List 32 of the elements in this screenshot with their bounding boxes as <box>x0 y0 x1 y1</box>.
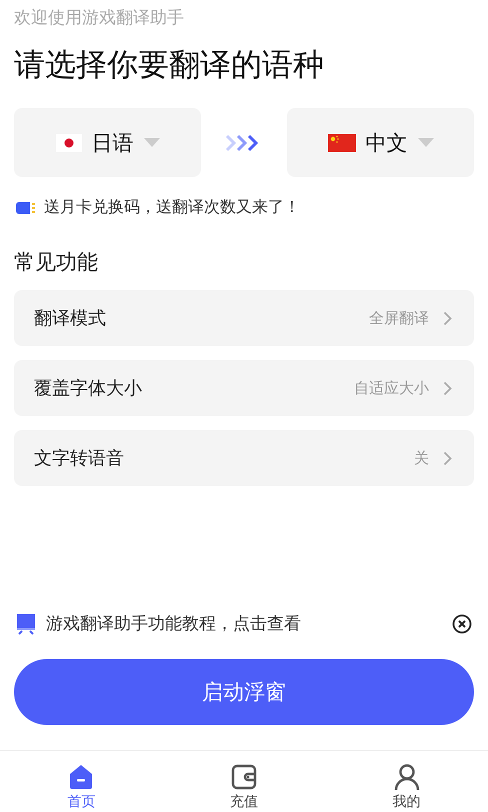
start-button[interactable]: 启动浮窗 <box>14 659 474 725</box>
caret-icon <box>144 138 160 147</box>
nav-tab[interactable]: 我的 <box>325 751 488 812</box>
setting-label: 翻译模式 <box>34 307 107 330</box>
tutorial-link[interactable]: 游戏翻译助手功能教程，点击查看 <box>46 612 442 635</box>
person-icon <box>392 763 421 791</box>
presentation-board-icon <box>16 612 36 634</box>
chevron-right-icon <box>443 310 452 326</box>
wallet-icon <box>230 763 258 791</box>
section-title: 常见功能 <box>14 249 99 276</box>
setting-row[interactable]: 翻译模式 全屏翻译 <box>14 290 474 346</box>
welcome-text: 欢迎使用游戏翻译助手 <box>14 7 185 29</box>
language-selector[interactable]: 中文 <box>287 108 474 177</box>
china-flag-icon <box>328 134 356 152</box>
chevron-right-icon <box>443 380 452 396</box>
setting-value: 自适应大小 <box>354 378 429 398</box>
setting-row[interactable]: 覆盖字体大小 自适应大小 <box>14 360 474 416</box>
setting-row[interactable]: 文字转语音 关 <box>14 430 474 486</box>
page-title: 请选择你要翻译的语种 <box>14 46 325 85</box>
setting-label: 覆盖字体大小 <box>34 377 143 400</box>
nav-tab[interactable]: 充值 <box>162 751 326 812</box>
setting-label: 文字转语音 <box>34 447 125 470</box>
chevron-right-icon <box>443 450 452 466</box>
setting-value: 关 <box>414 448 429 468</box>
megaphone-icon <box>14 200 36 214</box>
nav-tab[interactable]: 首页 <box>0 751 163 812</box>
japan-flag-icon <box>56 134 82 152</box>
setting-value: 全屏翻译 <box>369 308 429 328</box>
language-selector[interactable]: 日语 <box>14 108 201 177</box>
caret-icon <box>418 138 434 147</box>
promo-text: 送月卡兑换码，送翻译次数又来了！ <box>44 197 300 218</box>
close-icon[interactable] <box>452 614 472 634</box>
